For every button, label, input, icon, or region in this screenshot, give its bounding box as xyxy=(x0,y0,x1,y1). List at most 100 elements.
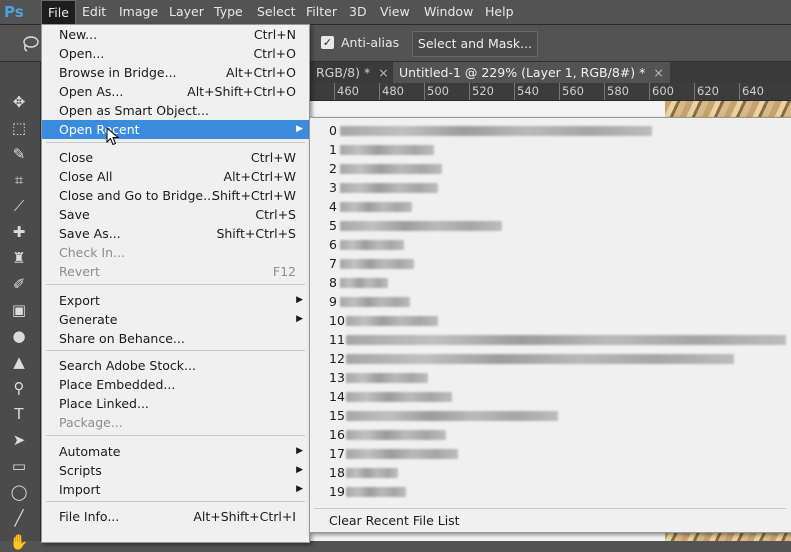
close-icon[interactable]: × xyxy=(378,65,388,80)
recent-file-number: 12 xyxy=(329,351,345,366)
ruler-label: 620 xyxy=(697,84,719,98)
path-selection-tool-icon[interactable]: ➤ xyxy=(9,430,29,450)
healing-brush-tool-icon[interactable]: ✚ xyxy=(9,222,29,242)
type-tool-icon[interactable]: T xyxy=(9,404,29,424)
crop-tool-icon[interactable]: ⌗ xyxy=(9,170,29,190)
anti-alias-checkbox[interactable]: ✓ xyxy=(321,36,334,49)
recent-file-item[interactable]: 6 xyxy=(310,235,791,254)
dodge-tool-icon[interactable]: ⚲ xyxy=(9,378,29,398)
recent-file-item[interactable]: 3 xyxy=(310,178,791,197)
recent-file-item[interactable]: 17 xyxy=(310,444,791,463)
recent-file-item[interactable]: 8 xyxy=(310,273,791,292)
recent-file-item[interactable]: 2 xyxy=(310,159,791,178)
sharpen-tool-icon[interactable]: ▲ xyxy=(9,352,29,372)
menu-item-label: File Info... xyxy=(59,509,120,524)
menu-item-share-behance[interactable]: Share on Behance... xyxy=(42,329,309,348)
menu-separator xyxy=(46,501,305,502)
menu-help[interactable]: Help xyxy=(479,0,520,24)
menu-item-close-go-bridge[interactable]: Close and Go to Bridge... Shift+Ctrl+W xyxy=(42,186,309,205)
menu-item-label: Browse in Bridge... xyxy=(59,65,177,80)
menu-file[interactable]: File xyxy=(41,0,76,25)
menu-3d[interactable]: 3D xyxy=(343,0,373,24)
menu-item-new[interactable]: New... Ctrl+N xyxy=(42,25,309,44)
blurred-filename xyxy=(346,411,558,421)
menu-item-close-all[interactable]: Close All Alt+Ctrl+W xyxy=(42,167,309,186)
menu-item-open-smart-object[interactable]: Open as Smart Object... xyxy=(42,101,309,120)
menu-item-save[interactable]: Save Ctrl+S xyxy=(42,205,309,224)
recent-file-number: 8 xyxy=(329,275,337,290)
menu-select[interactable]: Select xyxy=(251,0,302,24)
recent-file-item[interactable]: 19 xyxy=(310,482,791,501)
clone-stamp-tool-icon[interactable]: ♜ xyxy=(9,248,29,268)
menu-item-place-embedded[interactable]: Place Embedded... xyxy=(42,375,309,394)
blurred-filename xyxy=(340,126,652,136)
menu-item-export[interactable]: Export ▶ xyxy=(42,291,309,310)
menu-filter[interactable]: Filter xyxy=(300,0,343,24)
menu-item-generate[interactable]: Generate ▶ xyxy=(42,310,309,329)
rectangle-tool-icon[interactable]: ▭ xyxy=(9,456,29,476)
ruler-tick xyxy=(694,83,695,100)
recent-file-item[interactable]: 12 xyxy=(310,349,791,368)
menu-item-browse-in-bridge[interactable]: Browse in Bridge... Alt+Ctrl+O xyxy=(42,63,309,82)
blurred-filename xyxy=(346,373,428,383)
select-and-mask-button[interactable]: Select and Mask... xyxy=(412,31,538,57)
recent-file-item[interactable]: 0 xyxy=(310,121,791,140)
eraser-tool-icon[interactable]: ✐ xyxy=(9,274,29,294)
menu-item-close[interactable]: Close Ctrl+W xyxy=(42,148,309,167)
menu-item-label: Open... xyxy=(59,46,105,61)
menu-item-label: Close xyxy=(59,150,94,165)
recent-file-item[interactable]: 11 xyxy=(310,330,791,349)
recent-file-item[interactable]: 9 xyxy=(310,292,791,311)
eyedropper-tool-icon[interactable]: ⟋ xyxy=(9,196,29,216)
recent-file-item[interactable]: 16 xyxy=(310,425,791,444)
menu-item-import[interactable]: Import ▶ xyxy=(42,480,309,499)
ellipse-tool-icon[interactable]: ◯ xyxy=(9,482,29,502)
recent-file-item[interactable]: 7 xyxy=(310,254,791,273)
recent-file-number: 2 xyxy=(329,161,337,176)
quick-select-tool-icon[interactable]: ✎ xyxy=(9,144,29,164)
tab-document-1[interactable]: RGB/8) * × xyxy=(310,62,395,83)
menu-layer[interactable]: Layer xyxy=(163,0,210,24)
menu-edit[interactable]: Edit xyxy=(76,0,112,24)
ruler-tick xyxy=(649,83,650,100)
clear-recent-file-list[interactable]: Clear Recent File List xyxy=(329,511,460,530)
blurred-filename xyxy=(340,221,502,231)
recent-file-item[interactable]: 10 xyxy=(310,311,791,330)
tab-document-2[interactable]: Untitled-1 @ 229% (Layer 1, RGB/8#) * × xyxy=(393,62,670,83)
menu-item-file-info[interactable]: File Info... Alt+Shift+Ctrl+I xyxy=(42,507,309,526)
recent-file-number: 13 xyxy=(329,370,345,385)
menu-item-scripts[interactable]: Scripts ▶ xyxy=(42,461,309,480)
recent-file-item[interactable]: 14 xyxy=(310,387,791,406)
menu-item-open-recent[interactable]: Open Recent ▶ xyxy=(42,120,309,139)
close-icon[interactable]: × xyxy=(653,65,663,80)
menu-view[interactable]: View xyxy=(374,0,416,24)
line-tool-icon[interactable]: ╱ xyxy=(9,508,29,528)
menu-window[interactable]: Window xyxy=(418,0,479,24)
recent-file-item[interactable]: 4 xyxy=(310,197,791,216)
blur-tool-icon[interactable]: ● xyxy=(9,326,29,346)
ruler-tick xyxy=(514,83,515,100)
lasso-icon[interactable] xyxy=(21,35,39,53)
recent-file-item[interactable]: 13 xyxy=(310,368,791,387)
menu-item-label: Scripts xyxy=(59,463,102,478)
menu-item-automate[interactable]: Automate ▶ xyxy=(42,442,309,461)
menu-item-open-as[interactable]: Open As... Alt+Shift+Ctrl+O xyxy=(42,82,309,101)
gradient-tool-icon[interactable]: ▣ xyxy=(9,300,29,320)
menu-separator xyxy=(314,508,786,509)
recent-file-number: 5 xyxy=(329,218,337,233)
hand-tool-icon[interactable]: ✋ xyxy=(9,532,29,552)
menu-item-search-adobe-stock[interactable]: Search Adobe Stock... xyxy=(42,356,309,375)
menu-item-save-as[interactable]: Save As... Shift+Ctrl+S xyxy=(42,224,309,243)
recent-file-item[interactable]: 18 xyxy=(310,463,791,482)
menu-item-open[interactable]: Open... Ctrl+O xyxy=(42,44,309,63)
marquee-tool-icon[interactable]: ⬚ xyxy=(9,118,29,138)
menu-separator xyxy=(46,142,305,143)
recent-file-item[interactable]: 1 xyxy=(310,140,791,159)
recent-file-item[interactable]: 15 xyxy=(310,406,791,425)
move-tool-icon[interactable]: ✥ xyxy=(9,92,29,112)
menu-image[interactable]: Image xyxy=(113,0,164,24)
ruler-tick xyxy=(469,83,470,100)
recent-file-item[interactable]: 5 xyxy=(310,216,791,235)
menu-item-place-linked[interactable]: Place Linked... xyxy=(42,394,309,413)
menu-type[interactable]: Type xyxy=(208,0,249,24)
